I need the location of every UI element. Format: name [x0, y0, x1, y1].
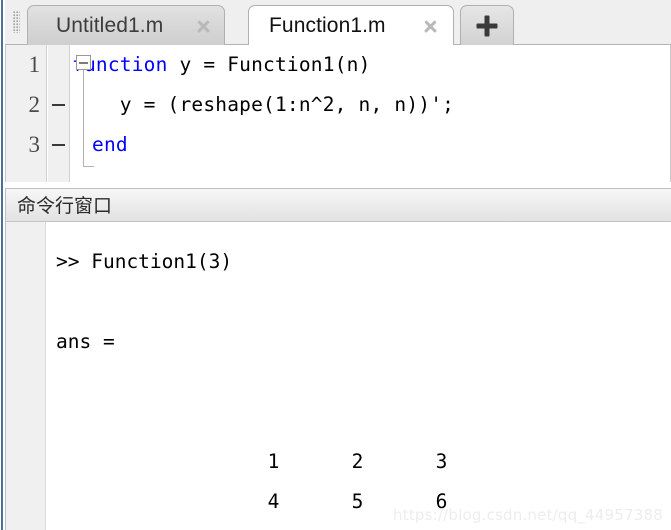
- editor-tabstrip: Untitled1.m Function1.m: [5, 0, 671, 45]
- code-line[interactable]: 3 end: [6, 125, 670, 165]
- command-window-gutter: [6, 222, 46, 530]
- line-number: 1: [28, 52, 41, 77]
- fold-bracket-foot: [83, 166, 94, 167]
- command-window-titlebar[interactable]: 命令行窗口: [6, 189, 671, 222]
- editor-tab-function1[interactable]: Function1.m: [248, 5, 454, 45]
- command-window-title: 命令行窗口: [17, 195, 113, 217]
- command-prompt-line: >> Function1(3): [56, 250, 233, 273]
- code-keyword: end: [92, 133, 128, 156]
- line-modified-marker: [52, 104, 65, 106]
- code-line-text: end: [92, 125, 128, 165]
- command-window-panel: 命令行窗口 >> Function1(3) ans = 123 456 789: [5, 188, 671, 530]
- plus-icon: [476, 15, 498, 36]
- editor-tab-untitled1[interactable]: Untitled1.m: [27, 5, 225, 45]
- fold-bracket-line: [83, 70, 84, 167]
- code-line[interactable]: 1 function y = Function1(n): [6, 45, 670, 85]
- collapse-fold-icon[interactable]: [76, 55, 91, 70]
- watermark-text: https://blog.csdn.net/qq_44957388: [393, 506, 663, 524]
- command-ans-label: ans =: [56, 330, 115, 353]
- editor-panel: Untitled1.m Function1.m 1 function y = F…: [5, 0, 671, 182]
- code-line-text: function y = Function1(n): [72, 45, 371, 85]
- close-icon[interactable]: [422, 18, 439, 35]
- matrix-row: 789: [78, 482, 447, 530]
- matrix-cell: 8: [279, 522, 363, 530]
- code-editor-area[interactable]: 1 function y = Function1(n) 2 y = (resha…: [5, 45, 671, 182]
- line-number: 3: [28, 132, 41, 157]
- command-window-output[interactable]: >> Function1(3) ans = 123 456 789: [6, 222, 671, 530]
- window-left-accent-rail: [0, 0, 3, 530]
- code-line-text: y = (reshape(1:n^2, n, n))';: [72, 93, 455, 116]
- matlab-window: Untitled1.m Function1.m 1 function y = F…: [0, 0, 671, 530]
- command-window-text: >> Function1(3) ans = 123 456 789: [56, 222, 447, 530]
- editor-tab-label: Function1.m: [269, 13, 386, 37]
- line-number: 2: [28, 92, 41, 117]
- line-modified-marker: [52, 144, 65, 146]
- code-plain: y = Function1(n): [167, 53, 371, 76]
- tabstrip-drag-grip-icon[interactable]: [11, 8, 21, 36]
- editor-tab-label: Untitled1.m: [56, 13, 164, 37]
- matrix-cell: 7: [195, 522, 279, 530]
- close-icon[interactable]: [195, 18, 212, 35]
- new-tab-button[interactable]: [460, 5, 514, 45]
- code-line[interactable]: 2 y = (reshape(1:n^2, n, n))';: [6, 85, 670, 125]
